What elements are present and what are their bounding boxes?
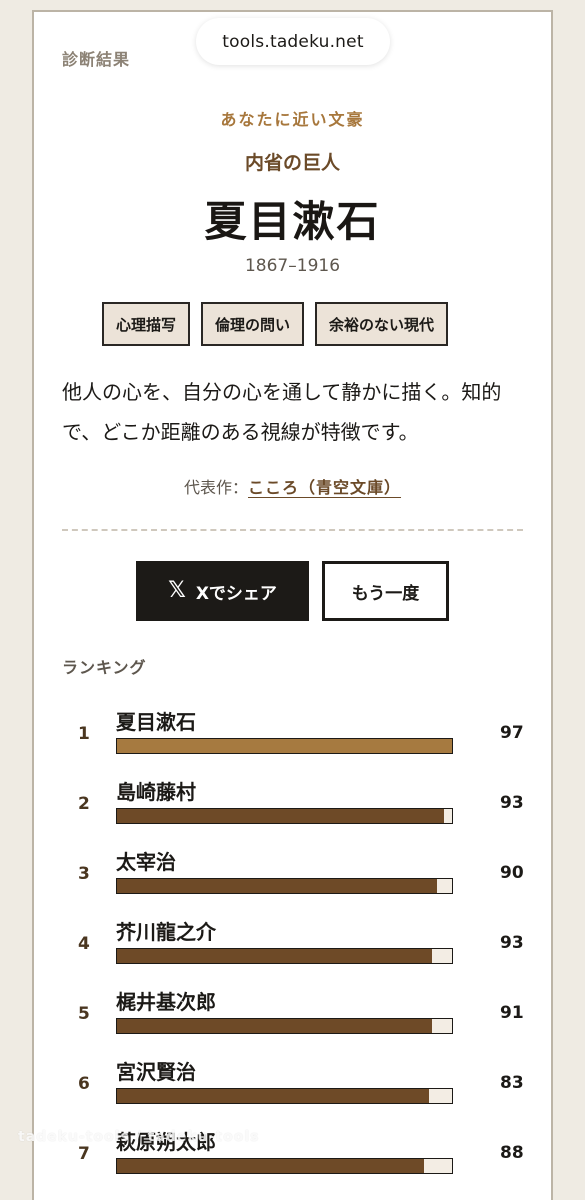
representative-label: 代表作：	[183, 478, 248, 497]
result-subtitle: 内省の巨人	[244, 152, 340, 174]
author-years: 1867–1916	[244, 256, 341, 276]
score-bar	[116, 948, 453, 964]
rank-author-name: 太宰治	[116, 850, 176, 874]
rank-number: 5	[78, 1004, 90, 1024]
score-bar-fill	[117, 949, 432, 963]
score-bar-fill	[117, 1089, 429, 1103]
url-text: tools.tadeku.net	[222, 31, 364, 52]
rank-number: 6	[78, 1074, 90, 1094]
ranking-row: 4 芥川龍之介 93	[0, 916, 585, 986]
rank-author-name: 宮沢賢治	[116, 1060, 196, 1084]
score-bar-fill	[117, 809, 444, 823]
ranking-row: 5 梶井基次郎 91	[0, 986, 585, 1056]
score-bar-fill	[117, 879, 437, 893]
rank-score: 93	[500, 793, 524, 813]
ranking-row: 3 太宰治 90	[0, 846, 585, 916]
ranking-row: 1 夏目漱石 97	[0, 706, 585, 776]
rank-author-name: 梶井基次郎	[116, 990, 216, 1014]
rank-number: 1	[78, 724, 90, 744]
rank-author-name: 夏目漱石	[116, 710, 196, 734]
share-label: Xでシェア	[195, 583, 277, 604]
tag-ethics: 倫理の問い	[201, 302, 305, 346]
rank-number: 3	[78, 864, 90, 884]
watermark: tadeku-tools / tadeku-tools	[18, 1129, 260, 1145]
author-description: 他人の心を、自分の心を通して静かに描く。知的で、どこか距離のある視線が特徴です。	[62, 380, 502, 444]
share-x-button[interactable]: 𝕏 Xでシェア	[136, 561, 309, 621]
score-bar	[116, 1018, 453, 1034]
score-bar	[116, 738, 453, 754]
rank-number: 2	[78, 794, 90, 814]
score-bar	[116, 808, 453, 824]
ranking-row: 6 宮沢賢治 83	[0, 1056, 585, 1126]
rank-score: 83	[500, 1073, 524, 1093]
tag-modern: 余裕のない現代	[315, 302, 449, 346]
rank-number: 7	[78, 1144, 90, 1164]
score-bar	[116, 1088, 453, 1104]
score-bar	[116, 878, 453, 894]
url-bar[interactable]: tools.tadeku.net	[196, 18, 390, 65]
rank-score: 97	[500, 723, 524, 743]
x-logo-icon: 𝕏	[168, 578, 186, 603]
rank-score: 90	[500, 863, 524, 883]
rank-author-name: 島崎藤村	[116, 780, 196, 804]
author-name: 夏目漱石	[204, 197, 381, 246]
retry-button[interactable]: もう一度	[322, 561, 449, 621]
score-bar-fill	[117, 739, 452, 753]
rank-score: 91	[500, 1003, 524, 1023]
rank-score: 93	[500, 933, 524, 953]
score-bar-fill	[117, 1019, 432, 1033]
result-eyebrow: あなたに近い文豪	[220, 110, 365, 129]
score-bar	[116, 1158, 453, 1174]
rank-score: 88	[500, 1143, 524, 1163]
ranking-heading: ランキング	[62, 658, 147, 677]
retry-label: もう一度	[351, 583, 420, 604]
divider	[62, 529, 523, 531]
representative-work-link[interactable]: こころ（青空文庫）	[248, 478, 401, 497]
score-bar-fill	[117, 1159, 424, 1173]
rank-number: 4	[78, 934, 90, 954]
rank-author-name: 芥川龍之介	[116, 920, 216, 944]
ranking-row: 2 島崎藤村 93	[0, 776, 585, 846]
section-label: 診断結果	[62, 50, 131, 69]
tag-psychology: 心理描写	[102, 302, 191, 346]
representative-work: 代表作：こころ（青空文庫）	[0, 474, 585, 498]
tag-list: 心理描写 倫理の問い 余裕のない現代	[102, 302, 449, 346]
